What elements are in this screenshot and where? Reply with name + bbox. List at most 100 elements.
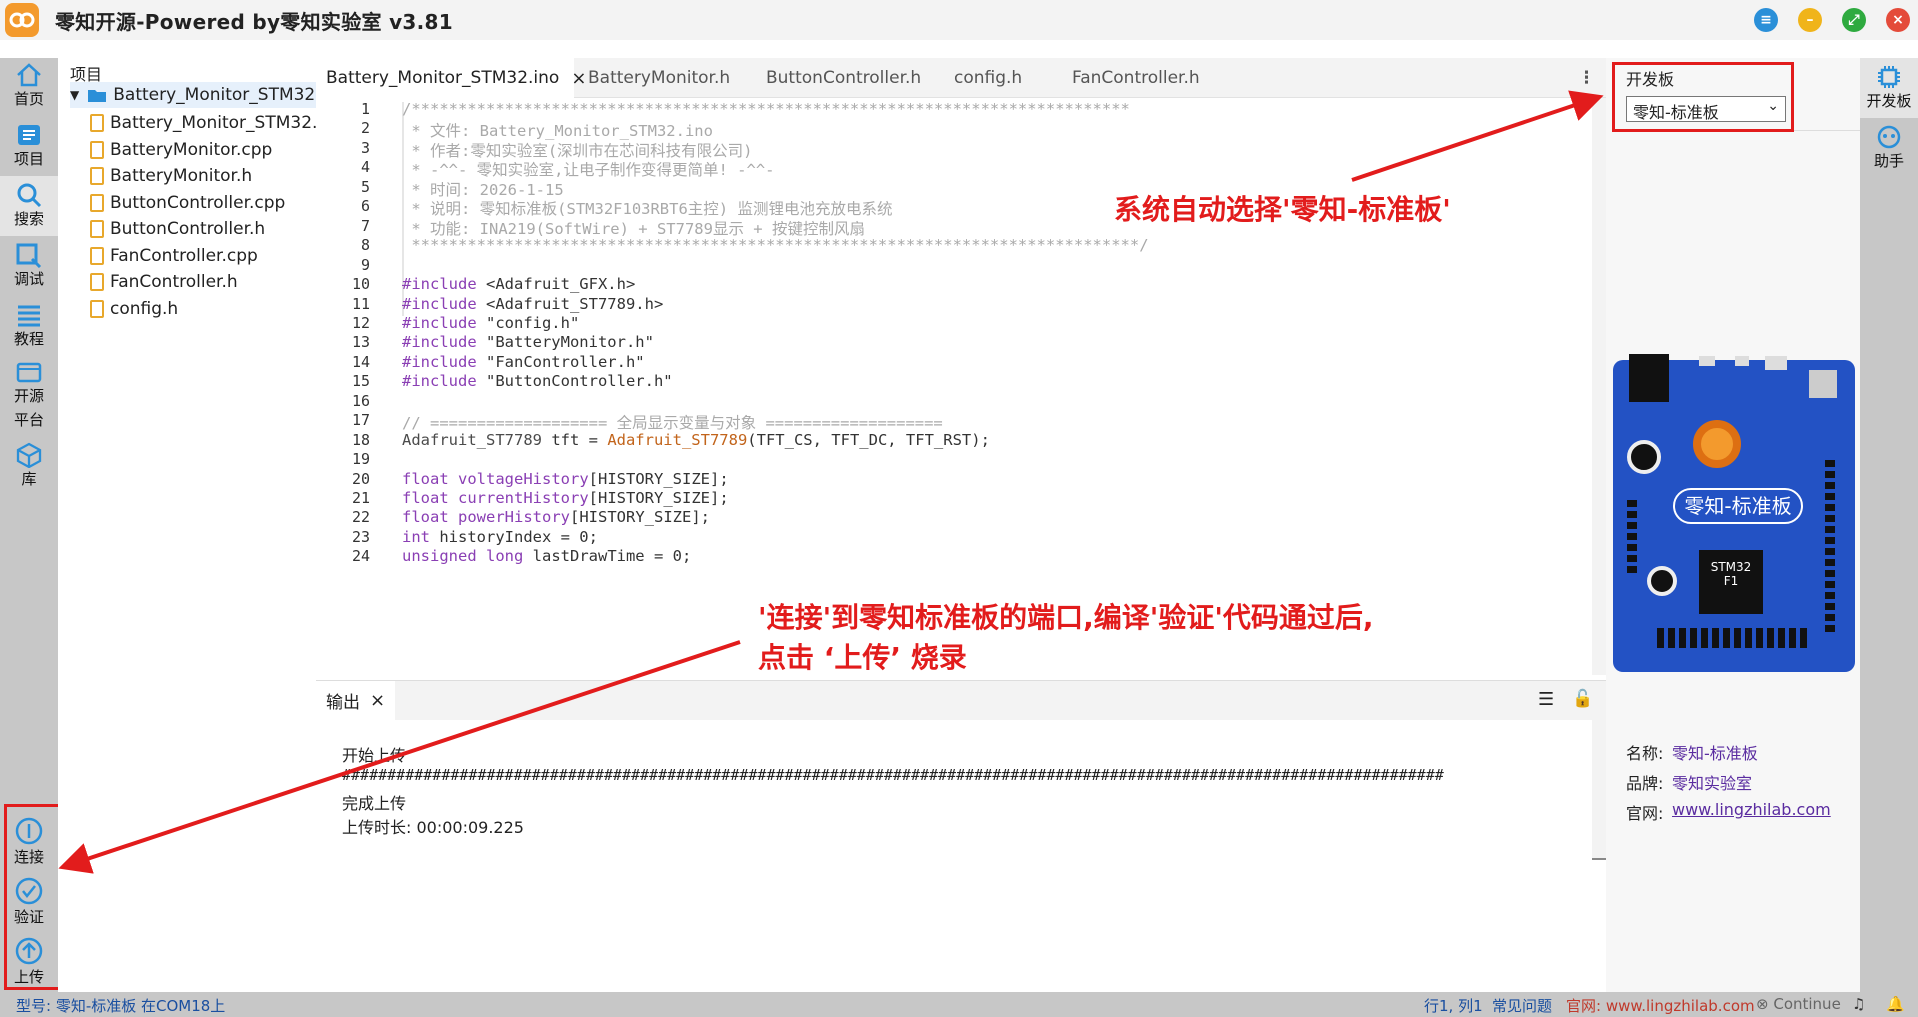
- nav-project[interactable]: 项目: [0, 122, 58, 169]
- code-line[interactable]: Adafruit_ST7789 tft = Adafruit_ST7789(TF…: [402, 431, 990, 449]
- tree-file[interactable]: ButtonController.cpp: [90, 190, 285, 216]
- tab-buttoncontroller-h[interactable]: ButtonController.h: [756, 58, 931, 98]
- tree-file[interactable]: FanController.cpp: [90, 243, 258, 269]
- file-icon: [90, 220, 104, 238]
- close-output-icon[interactable]: ×: [370, 690, 385, 711]
- file-icon: [90, 299, 104, 318]
- file-icon: [90, 273, 104, 291]
- right-activity-bar: 开发板 助手: [1860, 58, 1918, 992]
- board-name-value: 零知-标准板: [1672, 744, 1758, 763]
- more-tabs-icon[interactable]: ⋮: [1568, 58, 1605, 98]
- nav-tutorial[interactable]: 教程: [0, 302, 58, 349]
- debug-icon: [16, 243, 42, 268]
- tree-file-label: FanController.cpp: [110, 245, 258, 266]
- tree-file[interactable]: ButtonController.h: [90, 216, 265, 242]
- nav-library[interactable]: 库: [0, 442, 58, 489]
- expand-icon: ▼: [70, 88, 80, 102]
- tab-fancontroller-h[interactable]: FanController.h: [1062, 58, 1210, 98]
- tree-file-label: Battery_Monitor_STM32.ino: [110, 113, 344, 133]
- output-scrollbar[interactable]: [1592, 720, 1606, 860]
- search-icon: [17, 183, 42, 208]
- tree-file[interactable]: config.h: [90, 296, 178, 322]
- code-line[interactable]: #include "ButtonController.h": [402, 372, 673, 390]
- folder-icon: [88, 90, 107, 102]
- tree-file[interactable]: Battery_Monitor_STM32.ino: [90, 110, 343, 136]
- tab-batterymonitor-h[interactable]: BatteryMonitor.h: [578, 58, 740, 98]
- line-number: 21: [351, 489, 370, 507]
- tab-config-h[interactable]: config.h: [944, 58, 1032, 98]
- nav-debug[interactable]: 调试: [0, 242, 58, 289]
- annotation-top: 系统自动选择'零知-标准板': [1114, 193, 1451, 226]
- line-number: 12: [351, 313, 370, 332]
- code-line[interactable]: float voltageHistory[HISTORY_SIZE];: [402, 470, 729, 488]
- nav-board-label: 开发板: [1866, 92, 1912, 110]
- output-line: 上传时长: 00:00:09.225: [342, 818, 524, 837]
- nav-search-label: 搜索: [13, 210, 44, 228]
- maximize-button[interactable]: ⤢: [1842, 8, 1866, 32]
- tree-file-label: FanController.h: [110, 272, 238, 292]
- nav-project-label: 项目: [13, 150, 44, 168]
- code-line[interactable]: #include <Adafruit_ST7789.h>: [402, 295, 663, 313]
- code-line[interactable]: float powerHistory[HISTORY_SIZE];: [402, 508, 710, 526]
- annotation-bottom-line1: '连接'到零知标准板的端口,编译'验证'代码通过后,: [758, 601, 1374, 634]
- status-faq[interactable]: 常见问题: [1492, 995, 1552, 1016]
- board-panel: 开发板 零知-标准板 ⌄ 零知-标准板 STM32 F1 名称: 零知-标准板 …: [1606, 58, 1860, 992]
- opensource-icon: [16, 362, 42, 383]
- file-icon: [90, 114, 104, 132]
- minimize-button[interactable]: –: [1798, 8, 1822, 32]
- nav-assistant[interactable]: 助手: [1860, 124, 1918, 171]
- code-line[interactable]: #include <Adafruit_GFX.h>: [402, 275, 635, 293]
- code-line[interactable]: ****************************************…: [402, 236, 1148, 254]
- output-header: 输出 × ☰ 🔓: [316, 680, 1606, 720]
- board-site-link[interactable]: www.lingzhilab.com: [1672, 800, 1831, 819]
- code-line[interactable]: #include "BatteryMonitor.h": [402, 333, 654, 351]
- close-button[interactable]: ×: [1886, 8, 1910, 32]
- line-number: 17: [351, 411, 370, 430]
- tab-battery-monitor-ino[interactable]: Battery_Monitor_STM32.ino ×: [316, 58, 586, 98]
- menu-icon[interactable]: ≡: [1754, 8, 1778, 32]
- nav-home[interactable]: 首页: [0, 62, 58, 109]
- status-position: 行1, 列1: [1424, 997, 1483, 1015]
- notification-icon[interactable]: ♫: [1852, 995, 1865, 1013]
- tree-file[interactable]: BatteryMonitor.cpp: [90, 137, 272, 163]
- file-icon: [90, 167, 104, 185]
- line-number: 23: [351, 527, 370, 546]
- tab-output[interactable]: 输出 ×: [316, 681, 396, 720]
- clear-output-icon[interactable]: ☰: [1538, 689, 1554, 710]
- editor-tabs: Battery_Monitor_STM32.ino × BatteryMonit…: [316, 58, 1606, 98]
- line-number: 11: [351, 294, 370, 313]
- code-line[interactable]: #include "config.h": [402, 314, 579, 332]
- status-continue[interactable]: ⊗ Continue: [1756, 995, 1841, 1013]
- nav-search[interactable]: 搜索: [0, 182, 58, 229]
- code-line[interactable]: float currentHistory[HISTORY_SIZE];: [402, 489, 729, 507]
- line-number: 24: [351, 547, 370, 566]
- code-line[interactable]: #include "FanController.h": [402, 353, 645, 371]
- tree-file[interactable]: FanController.h: [90, 269, 238, 295]
- reset-button: [1809, 370, 1837, 398]
- tree-root[interactable]: ▼ Battery_Monitor_STM32: [70, 82, 316, 108]
- code-editor[interactable]: 1 /**************************************…: [316, 98, 1606, 675]
- power-jack: [1629, 354, 1669, 402]
- line-number: 10: [351, 275, 370, 294]
- nav-opensource[interactable]: 开源平台: [0, 360, 58, 432]
- tree-file[interactable]: BatteryMonitor.h: [90, 163, 252, 189]
- editor-scrollbar[interactable]: [1592, 98, 1606, 675]
- lock-icon[interactable]: 🔓: [1572, 689, 1593, 709]
- usb-port: [1735, 356, 1749, 366]
- output-line-progress: ########################################…: [342, 766, 1444, 784]
- code-line[interactable]: int historyIndex = 0;: [402, 528, 598, 546]
- app-title: 零知开源-Powered by零知实验室 v3.81: [55, 9, 453, 34]
- line-number: 19: [351, 450, 370, 469]
- nav-board[interactable]: 开发板: [1860, 64, 1918, 111]
- code-line[interactable]: unsigned long lastDrawTime = 0;: [402, 547, 691, 565]
- line-number: 4: [360, 158, 370, 177]
- bell-icon[interactable]: 🔔: [1886, 995, 1905, 1013]
- app-logo-icon: [5, 3, 39, 37]
- status-site[interactable]: 官网: www.lingzhilab.com: [1566, 995, 1755, 1016]
- continue-icon: ⊗: [1756, 995, 1774, 1013]
- line-number: 9: [360, 255, 370, 274]
- tree-root-label: Battery_Monitor_STM32: [113, 85, 316, 105]
- capacitor: [1627, 440, 1661, 474]
- code-line[interactable]: /***************************************…: [402, 100, 1130, 118]
- output-line: 完成上传: [342, 794, 407, 813]
